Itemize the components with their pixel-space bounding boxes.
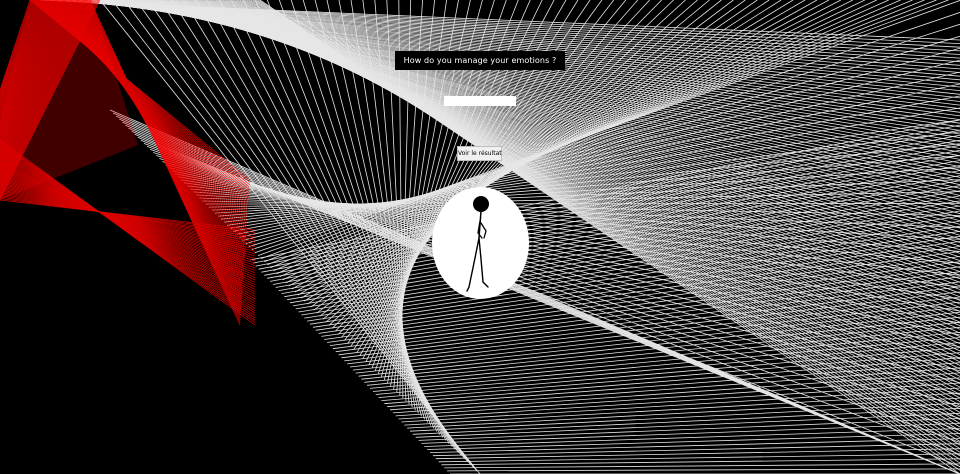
figure-oval <box>432 187 529 299</box>
question-banner: How do you manage your emotions ? <box>395 51 565 70</box>
question-text: How do you manage your emotions ? <box>403 56 557 65</box>
figure-arms <box>477 220 487 239</box>
figure-head <box>473 196 489 212</box>
show-result-button[interactable]: Voir le résultat <box>457 146 502 161</box>
stick-figure-walking-icon <box>466 196 489 292</box>
figure-legs <box>466 237 489 292</box>
answer-input[interactable] <box>444 96 516 106</box>
